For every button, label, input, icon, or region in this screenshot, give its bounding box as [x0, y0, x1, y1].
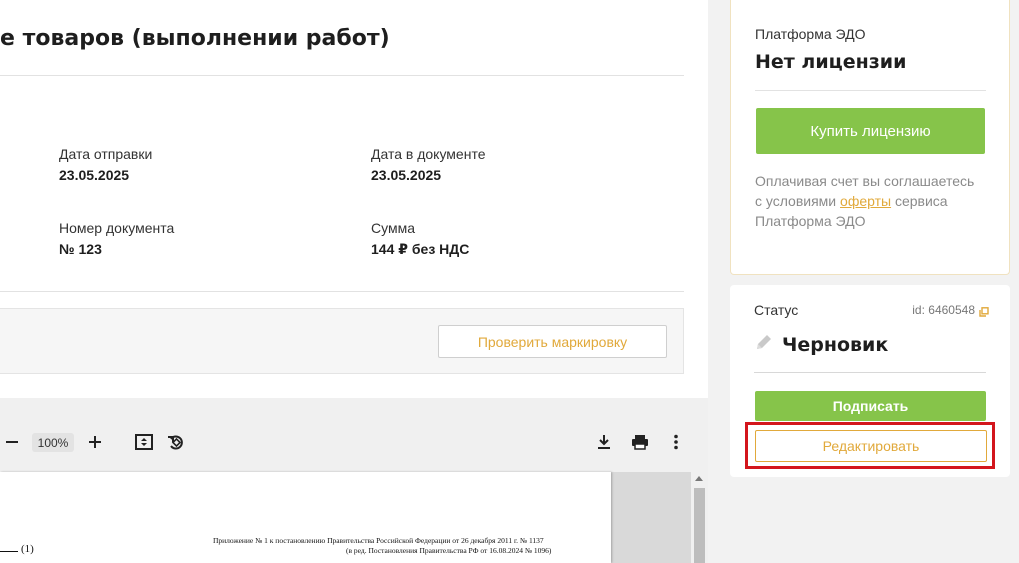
- field-document-number: Номер документа № 123: [59, 220, 174, 257]
- document-card: е товаров (выполнении работ) Дата отправ…: [0, 0, 708, 398]
- license-status: Нет лицензии: [755, 51, 907, 73]
- document-page: (1) Приложение № 1 к постановлению Прави…: [0, 472, 611, 563]
- check-marking-button[interactable]: Проверить маркировку: [438, 325, 667, 358]
- field-send-date: Дата отправки 23.05.2025: [59, 146, 152, 183]
- divider: [754, 372, 986, 373]
- field-value: 23.05.2025: [59, 167, 130, 183]
- pencil-icon: [754, 332, 774, 357]
- scrollbar[interactable]: [691, 472, 708, 563]
- zoom-level[interactable]: 100%: [32, 433, 74, 452]
- field-value: 23.05.2025: [371, 167, 442, 183]
- buy-license-button[interactable]: Купить лицензию: [756, 108, 985, 154]
- status-value: Черновик: [754, 332, 888, 357]
- document-id: id: 6460548: [912, 303, 989, 317]
- sidebar: Платформа ЭДО Нет лицензии Купить лиценз…: [708, 0, 1019, 563]
- field-label: Номер документа: [59, 220, 175, 236]
- marking-bar: Проверить маркировку: [0, 308, 684, 374]
- scroll-thumb[interactable]: [694, 488, 705, 563]
- license-platform: Платформа ЭДО: [755, 26, 866, 42]
- page-mark: (1): [0, 543, 34, 555]
- more-vertical-icon[interactable]: [667, 412, 685, 472]
- divider: [0, 75, 684, 76]
- field-document-date: Дата в документе 23.05.2025: [371, 146, 485, 183]
- divider: [0, 291, 684, 292]
- sign-button[interactable]: Подписать: [755, 391, 986, 421]
- download-icon[interactable]: [594, 412, 614, 472]
- annex-line-1: Приложение № 1 к постановлению Правитель…: [213, 536, 544, 545]
- print-icon[interactable]: [629, 412, 651, 472]
- zoom-in-icon[interactable]: [85, 412, 105, 472]
- document-viewer[interactable]: (1) Приложение № 1 к постановлению Прави…: [0, 472, 708, 563]
- rotate-icon[interactable]: [165, 412, 187, 472]
- main-content: е товаров (выполнении работ) Дата отправ…: [0, 0, 708, 563]
- field-value: 144 ₽ без НДС: [371, 241, 470, 257]
- scroll-up-icon[interactable]: [695, 476, 703, 481]
- license-card: Платформа ЭДО Нет лицензии Купить лиценз…: [730, 0, 1010, 275]
- edit-button[interactable]: Редактировать: [755, 430, 987, 462]
- field-value: № 123: [59, 241, 102, 257]
- viewer-toolbar: 100%: [0, 412, 708, 472]
- zoom-out-icon[interactable]: [2, 412, 22, 472]
- field-label: Дата отправки: [59, 146, 153, 162]
- page-title: е товаров (выполнении работ): [0, 26, 390, 51]
- status-name: Черновик: [782, 333, 889, 356]
- offer-link[interactable]: оферты: [840, 193, 891, 209]
- annex-line-2: (в ред. Постановления Правительства РФ о…: [346, 546, 552, 555]
- license-note: Оплачивая счет вы соглашаетесь с условия…: [755, 173, 975, 229]
- status-card: Статус id: 6460548 Черновик Подписать Ре…: [730, 285, 1010, 477]
- field-label: Сумма: [371, 220, 415, 236]
- copy-icon[interactable]: [979, 306, 989, 317]
- status-label: Статус: [754, 302, 799, 318]
- fit-page-icon[interactable]: [133, 412, 155, 472]
- divider: [755, 90, 986, 91]
- field-label: Дата в документе: [371, 146, 486, 162]
- field-sum: Сумма 144 ₽ без НДС: [371, 220, 469, 258]
